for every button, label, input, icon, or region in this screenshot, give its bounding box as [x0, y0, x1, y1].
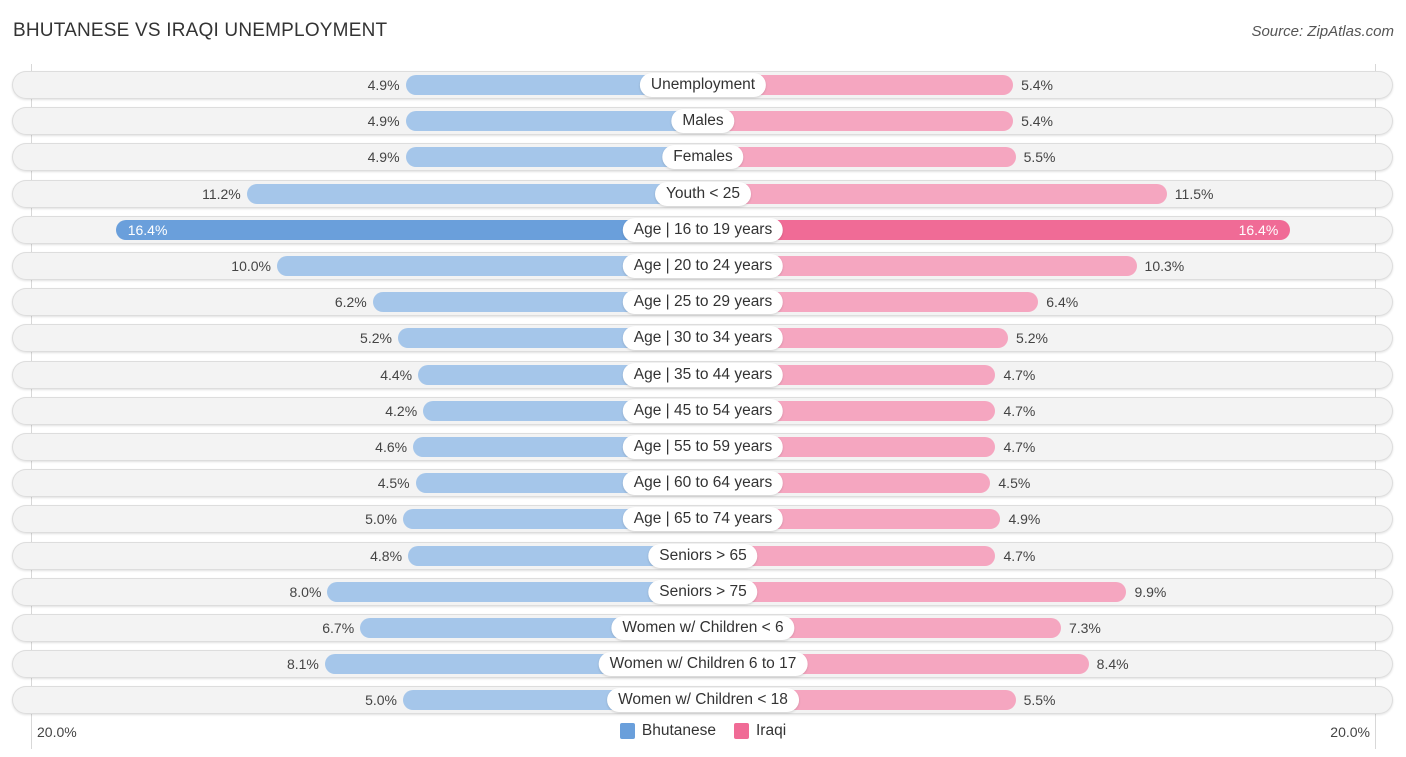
value-label-bhutanese: 11.2%: [202, 185, 241, 202]
value-label-bhutanese: 8.0%: [289, 583, 322, 600]
category-label: Age | 55 to 59 years: [622, 435, 784, 459]
value-label-bhutanese: 16.4%: [127, 221, 168, 238]
category-label: Age | 65 to 74 years: [622, 507, 784, 532]
value-label-iraqi: 8.4%: [1096, 656, 1129, 673]
value-label-iraqi: 5.2%: [1016, 330, 1048, 347]
value-label-bhutanese: 4.4%: [380, 366, 413, 383]
value-label-iraqi: 11.5%: [1174, 185, 1214, 202]
category-label: Females: [662, 145, 744, 170]
category-label: Women w/ Children < 18: [607, 688, 799, 713]
bar-iraqi[interactable]: [703, 219, 1291, 240]
bar-iraqi[interactable]: [703, 147, 1016, 168]
value-label-bhutanese: 5.0%: [365, 692, 397, 709]
value-label-bhutanese: 4.8%: [370, 547, 403, 564]
value-label-iraqi: 4.7%: [1003, 402, 1036, 419]
value-label-iraqi: 7.3%: [1068, 620, 1101, 636]
value-label-bhutanese: 4.2%: [385, 402, 418, 419]
category-label: Women w/ Children 6 to 17: [598, 652, 808, 677]
source-credit: Source: ZipAtlas.com: [1251, 23, 1394, 40]
value-label-iraqi: 4.9%: [1008, 511, 1041, 528]
bar-bhutanese[interactable]: [405, 111, 703, 132]
category-label: Males: [671, 109, 735, 134]
value-label-iraqi: 5.5%: [1023, 692, 1056, 709]
category-label: Youth < 25: [655, 181, 751, 206]
bar-bhutanese[interactable]: [327, 581, 703, 602]
bar-bhutanese[interactable]: [115, 219, 703, 240]
value-label-iraqi: 4.7%: [1003, 439, 1036, 455]
value-label-iraqi: 9.9%: [1134, 583, 1167, 600]
value-label-iraqi: 4.7%: [1003, 547, 1036, 564]
bar-bhutanese[interactable]: [405, 147, 703, 168]
category-label: Age | 35 to 44 years: [622, 362, 784, 387]
category-label: Age | 60 to 64 years: [622, 471, 784, 496]
value-label-bhutanese: 10.0%: [231, 258, 271, 274]
value-label-bhutanese: 4.6%: [375, 439, 408, 455]
chart-title: BHUTANESE VS IRAQI UNEMPLOYMENT: [13, 20, 388, 41]
value-label-bhutanese: 5.2%: [360, 330, 392, 347]
value-label-iraqi: 5.4%: [1021, 113, 1053, 130]
value-label-bhutanese: 4.9%: [367, 149, 400, 166]
category-label: Age | 25 to 29 years: [622, 290, 784, 315]
bar-bhutanese[interactable]: [246, 183, 703, 204]
legend-swatch-iraqi: [733, 723, 749, 739]
legend-swatch-bhutanese: [619, 723, 635, 739]
category-label: Seniors > 75: [648, 579, 758, 604]
category-label: Age | 20 to 24 years: [622, 254, 784, 278]
bar-iraqi[interactable]: [703, 581, 1127, 602]
bar-iraqi[interactable]: [703, 183, 1167, 204]
category-label: Women w/ Children < 6: [611, 616, 795, 640]
category-label: Age | 45 to 54 years: [622, 398, 784, 423]
value-label-bhutanese: 4.9%: [367, 113, 400, 130]
legend-item-bhutanese[interactable]: Bhutanese: [619, 722, 716, 740]
legend-item-iraqi[interactable]: Iraqi: [733, 722, 787, 740]
value-label-bhutanese: 5.0%: [365, 511, 397, 528]
value-label-iraqi: 16.4%: [1238, 221, 1279, 238]
value-label-iraqi: 5.4%: [1021, 77, 1053, 93]
legend-label-bhutanese: Bhutanese: [641, 722, 716, 739]
value-label-bhutanese: 6.7%: [322, 620, 355, 636]
category-label: Seniors > 65: [648, 543, 758, 568]
category-label: Unemployment: [639, 73, 767, 97]
value-label-bhutanese: 4.9%: [367, 77, 400, 93]
value-label-iraqi: 4.5%: [998, 475, 1031, 492]
value-label-iraqi: 6.4%: [1046, 294, 1079, 311]
value-label-iraqi: 10.3%: [1144, 258, 1185, 274]
value-label-bhutanese: 4.5%: [377, 475, 410, 492]
legend: Bhutanese Iraqi: [0, 722, 1406, 740]
legend-label-iraqi: Iraqi: [755, 722, 787, 739]
value-label-bhutanese: 6.2%: [334, 294, 367, 311]
category-label: Age | 16 to 19 years: [622, 217, 784, 242]
value-label-bhutanese: 8.1%: [286, 656, 319, 673]
value-label-iraqi: 4.7%: [1003, 366, 1036, 383]
category-label: Age | 30 to 34 years: [622, 326, 784, 351]
value-label-iraqi: 5.5%: [1023, 149, 1056, 166]
bar-iraqi[interactable]: [703, 111, 1014, 132]
